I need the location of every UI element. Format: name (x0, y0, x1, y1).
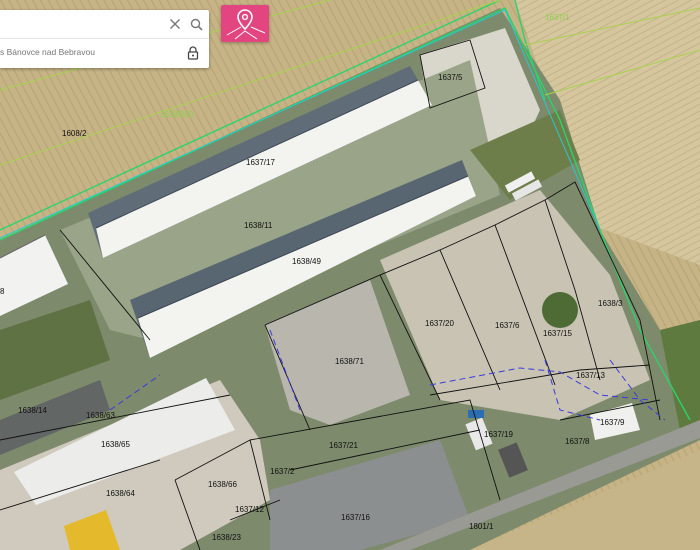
parcel-label[interactable]: 1637/6 (495, 321, 520, 330)
parcel-label[interactable]: 1637/21 (329, 441, 358, 450)
search-result-row[interactable]: s Bánovce nad Bebravou (0, 39, 209, 68)
parcel-label[interactable]: 1637/12 (235, 505, 264, 514)
parcel-label[interactable]: 1637/13 (576, 371, 605, 380)
search-result-text: s Bánovce nad Bebravou (0, 47, 95, 57)
search-input[interactable] (4, 13, 166, 37)
map-pin-button[interactable] (221, 5, 269, 42)
parcel-label[interactable]: 1638/71 (335, 357, 364, 366)
search-icon[interactable] (185, 13, 207, 35)
parcel-label[interactable]: 1638/3 (598, 299, 623, 308)
parcel-label[interactable]: 1638/63 (86, 411, 115, 420)
parcel-label[interactable]: 1638/64 (106, 489, 135, 498)
parcel-label[interactable]: 1638/14 (18, 406, 47, 415)
parcel-label[interactable]: 1637/5 (438, 73, 463, 82)
close-icon[interactable] (164, 13, 186, 35)
parcel-label[interactable]: 1608/2 (62, 129, 87, 138)
parcel-label[interactable]: 1637/20 (425, 319, 454, 328)
parcel-label[interactable]: 1637/19 (484, 430, 513, 439)
parcel-label[interactable]: 1638/66 (208, 480, 237, 489)
search-panel: s Bánovce nad Bebravou (0, 10, 209, 68)
parcel-label[interactable]: 1637/1 (545, 13, 570, 22)
parcel-label[interactable]: 1638/49 (292, 257, 321, 266)
parcel-label[interactable]: 1638/200 (160, 110, 194, 119)
parcel-label[interactable]: 1637/9 (600, 418, 625, 427)
parcel-label[interactable]: 1637/17 (246, 158, 275, 167)
parcel-label[interactable]: 1637/15 (543, 329, 572, 338)
parcel-label[interactable]: 1801/1 (469, 522, 494, 531)
parcel-label[interactable]: 1637/2 (270, 467, 295, 476)
map-pin-icon (226, 9, 266, 40)
search-row (0, 10, 209, 39)
tree-cluster (542, 292, 578, 328)
parcel-label[interactable]: 1638/65 (101, 440, 130, 449)
parcel-label[interactable]: 1638/23 (212, 533, 241, 542)
container-blue (468, 410, 484, 418)
cadastral-map[interactable]: 1608/2 1638/200 1637/1 1637/5 1637/17 16… (0, 0, 700, 550)
lock-icon[interactable] (182, 42, 204, 64)
parcel-label[interactable]: 1637/8 (565, 437, 590, 446)
parcel-label[interactable]: 1637/16 (341, 513, 370, 522)
parcel-label[interactable]: 1638/11 (244, 221, 273, 230)
parcel-label[interactable]: 8 (0, 287, 5, 296)
